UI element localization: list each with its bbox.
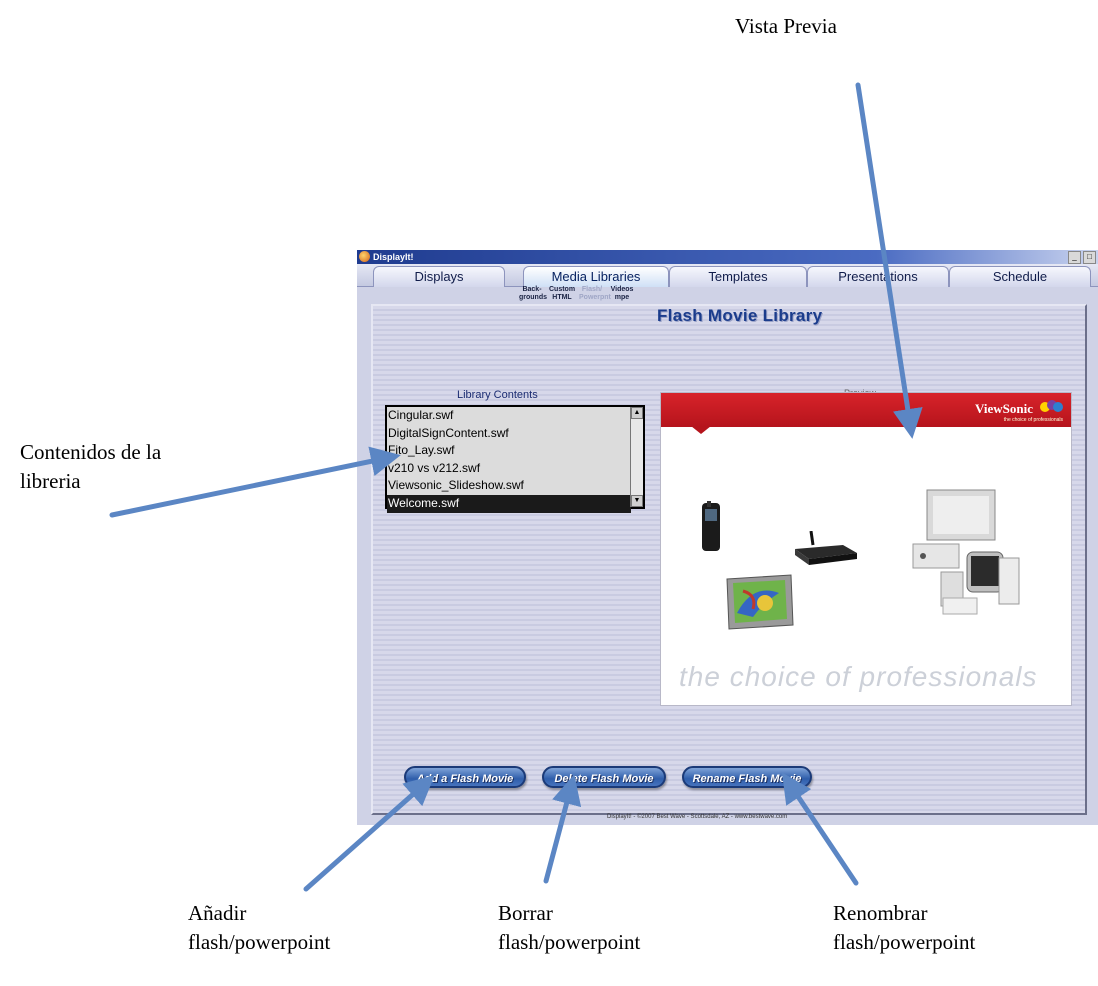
arrow-to-library xyxy=(109,446,401,518)
annotation-arrows xyxy=(109,82,923,892)
arrow-to-delete-button xyxy=(543,774,582,884)
arrow-to-add-button xyxy=(303,775,435,892)
arrow-to-preview xyxy=(855,82,923,439)
arrow-to-rename-button xyxy=(781,772,859,886)
